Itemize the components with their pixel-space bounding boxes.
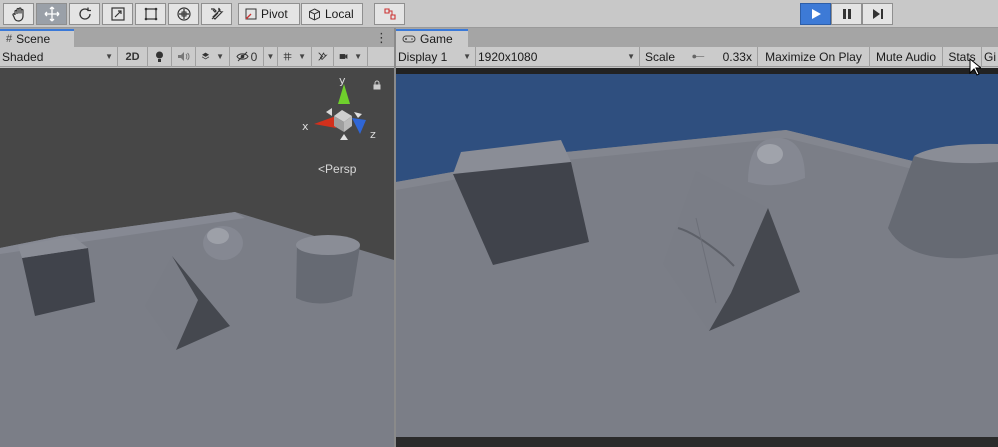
persp-label: Persp — [325, 162, 357, 176]
scene-control-bar: Shaded ▼ 2D ▼ 0 ▼ ▼ ▼ — [0, 46, 394, 67]
gizmo-x-label: x — [302, 120, 309, 133]
step-icon — [872, 9, 883, 19]
tools-icon — [318, 52, 328, 61]
layers-icon — [201, 52, 210, 60]
display-value: Display 1 — [398, 49, 448, 64]
scale-label: Scale — [645, 49, 676, 64]
game-control-bar: Display 1 ▼ 1920x1080 ▼ Scale 0.33x Maxi… — [396, 46, 998, 67]
chevron-down-icon: ▼ — [298, 52, 306, 61]
game-tab-bar: Game — [396, 28, 998, 47]
scene-options-icon[interactable]: ⋮ — [375, 30, 388, 46]
scale-slider[interactable]: Scale 0.33x — [640, 46, 758, 67]
audio-toggle[interactable] — [172, 46, 196, 67]
hidden-count: 0 — [250, 49, 258, 64]
scale-icon — [110, 7, 125, 21]
mute-label: Mute Audio — [875, 49, 937, 64]
lightbulb-icon — [156, 51, 163, 62]
mode-2d-label: 2D — [125, 50, 140, 63]
chevron-down-icon: ▼ — [627, 52, 635, 61]
chevron-down-icon: ▼ — [105, 52, 113, 61]
scale-value: 0.33x — [722, 49, 752, 64]
resolution-select[interactable]: 1920x1080 ▼ — [476, 46, 640, 67]
chevron-down-icon: ▼ — [266, 52, 275, 61]
persp-arrow-icon: < — [318, 162, 326, 176]
play-button[interactable] — [800, 3, 831, 25]
scene-view[interactable]: y x z <Persp — [0, 68, 394, 447]
pause-button[interactable] — [831, 3, 862, 25]
custom-tool-icon — [210, 7, 224, 20]
shading-mode-value: Shaded — [2, 49, 44, 64]
rotate-icon — [78, 7, 91, 20]
gizmos-label: Gi — [984, 49, 996, 64]
move-tool-button[interactable] — [36, 3, 67, 25]
tab-scene[interactable]: # Scene — [0, 29, 74, 47]
gizmo-z-label: z — [370, 128, 376, 141]
camera-icon — [339, 54, 348, 59]
unity-editor: Pivot Local # Scene ⋮ Game Shaded ▼ 2D ▼… — [0, 0, 998, 447]
transform-icon — [176, 7, 191, 21]
maximize-on-play-button[interactable]: Maximize On Play — [758, 46, 870, 67]
shading-mode-select[interactable]: Shaded ▼ — [0, 46, 118, 67]
rotate-tool-button[interactable] — [69, 3, 100, 25]
game-viewport[interactable] — [396, 68, 998, 447]
pivot-label: Pivot — [261, 7, 288, 21]
z-axis-cone[interactable] — [352, 118, 366, 134]
local-label: Local — [325, 7, 354, 21]
chevron-down-icon: ▼ — [216, 52, 224, 61]
scene-grid-icon: # — [6, 33, 13, 45]
eye-slash-icon — [236, 51, 249, 62]
hidden-dropdown[interactable]: ▼ — [264, 46, 278, 67]
grid-snap-button[interactable] — [374, 3, 405, 25]
main-toolbar: Pivot Local — [0, 0, 998, 28]
scene-tab-bar: # Scene ⋮ — [0, 28, 394, 47]
lighting-toggle[interactable] — [148, 46, 172, 67]
perspective-toggle[interactable]: <Persp — [318, 162, 356, 176]
tools-toggle[interactable] — [312, 46, 334, 67]
maximize-label: Maximize On Play — [765, 49, 862, 64]
chevron-down-icon: ▼ — [463, 52, 471, 61]
scale-slider-track[interactable] — [692, 50, 705, 63]
hand-tool-button[interactable] — [3, 3, 34, 25]
grid-snap-icon — [383, 8, 396, 20]
scene-tab-label: Scene — [16, 32, 51, 46]
custom-tool-button[interactable] — [201, 3, 232, 25]
local-button[interactable]: Local — [301, 3, 363, 25]
scale-tool-button[interactable] — [102, 3, 133, 25]
cube-icon — [309, 7, 320, 21]
hand-icon — [11, 7, 24, 22]
transform-tool-button[interactable] — [168, 3, 199, 25]
pivot-icon — [245, 8, 257, 20]
display-select[interactable]: Display 1 ▼ — [396, 46, 476, 67]
effects-toggle[interactable]: ▼ — [196, 46, 230, 67]
step-button[interactable] — [862, 3, 893, 25]
rect-tool-button[interactable] — [135, 3, 166, 25]
speaker-icon — [178, 52, 190, 61]
x-axis-cone[interactable] — [314, 116, 336, 128]
game-tab-label: Game — [420, 32, 453, 46]
game-view[interactable] — [396, 68, 998, 447]
move-icon — [44, 6, 59, 22]
pivot-button[interactable]: Pivot — [238, 3, 300, 25]
grid-icon — [283, 52, 292, 61]
rect-icon — [144, 7, 157, 21]
mouse-cursor-icon — [969, 58, 981, 76]
gizmo-y-label: y — [339, 74, 346, 87]
tab-game[interactable]: Game — [396, 29, 468, 47]
pause-icon — [842, 9, 851, 19]
chevron-down-icon: ▼ — [354, 52, 362, 61]
mute-audio-button[interactable]: Mute Audio — [870, 46, 943, 67]
gamepad-icon — [402, 35, 416, 43]
gizmos-button[interactable]: Gi — [982, 47, 998, 67]
camera-toggle[interactable]: ▼ — [334, 46, 368, 67]
hidden-objects-toggle[interactable]: 0 — [230, 46, 264, 67]
play-icon — [811, 9, 821, 19]
lock-icon[interactable] — [372, 80, 382, 90]
mode-2d-button[interactable]: 2D — [118, 46, 148, 67]
resolution-value: 1920x1080 — [478, 49, 538, 64]
grid-toggle[interactable]: ▼ — [278, 46, 312, 67]
y-axis-cone[interactable] — [338, 84, 350, 104]
